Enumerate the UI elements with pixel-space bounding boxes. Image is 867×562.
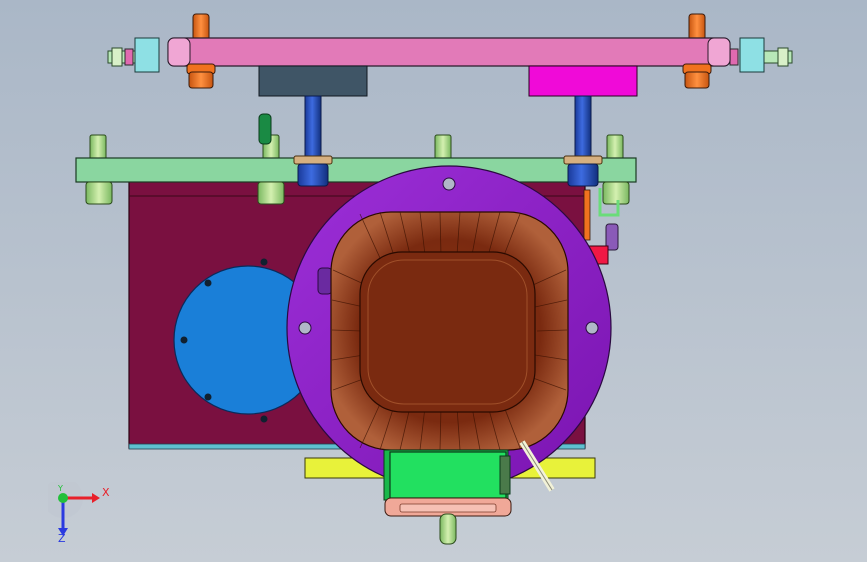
left-shaft-collar [293, 155, 333, 165]
orientation-triad[interactable]: X Y Z [43, 478, 118, 552]
right-nut-small [729, 48, 739, 66]
pink-bar-right-cap [707, 37, 731, 67]
bottom-unit[interactable] [383, 449, 512, 545]
z-axis-label: Z [58, 532, 66, 545]
left-cyan-block [134, 37, 160, 73]
cover-bolt-1 [260, 258, 268, 266]
top-bar-assembly[interactable] [107, 13, 793, 97]
right-shaft-base [567, 163, 599, 187]
green-handle[interactable] [258, 113, 272, 145]
pink-bar-left-cap [167, 37, 191, 67]
green-box[interactable] [389, 451, 507, 499]
ring-slot [317, 267, 333, 295]
ring-hole-top [442, 177, 456, 191]
cover-bolt-5 [260, 415, 268, 423]
left-shaft [304, 95, 322, 161]
right-nut [777, 47, 789, 67]
y-axis-label: Y [58, 484, 63, 493]
plate-foot-2 [257, 181, 285, 205]
left-shaft-base [297, 163, 329, 187]
green-plate[interactable] [75, 157, 637, 183]
top-right-post [688, 13, 706, 41]
coil-inner [359, 251, 536, 413]
bottom-nozzle[interactable] [439, 513, 457, 545]
right-cyan-block [739, 37, 765, 73]
top-left-post [192, 13, 210, 41]
plate-post-3 [434, 134, 452, 162]
orange-rod [583, 189, 591, 241]
plate-post-4 [606, 134, 624, 162]
left-nut-small [124, 48, 134, 66]
cover-bolt-4 [204, 393, 212, 401]
left-nut [111, 47, 123, 67]
pink-top-bar[interactable] [167, 37, 731, 67]
bar-left-lower-post-b [188, 71, 214, 89]
ring-assembly[interactable] [286, 165, 612, 491]
assembly-model[interactable] [0, 0, 867, 562]
bar-right-lower-post-b [684, 71, 710, 89]
right-shaft [574, 95, 592, 161]
magenta-block[interactable] [528, 65, 638, 97]
cover-bolt-2 [204, 279, 212, 287]
ring-hole-right [585, 321, 599, 335]
green-box-side [499, 455, 511, 495]
ring-hole-left [298, 321, 312, 335]
right-shaft-collar [563, 155, 603, 165]
cad-viewport[interactable]: X Y Z [0, 0, 867, 562]
salmon-plate-inner [399, 503, 497, 513]
plate-post-1 [89, 134, 107, 162]
cover-bolt-3 [180, 336, 188, 344]
x-axis-label: X [102, 486, 110, 499]
plate-foot-1 [85, 181, 113, 205]
slate-block[interactable] [258, 65, 368, 97]
plate-foot-3 [602, 181, 630, 205]
